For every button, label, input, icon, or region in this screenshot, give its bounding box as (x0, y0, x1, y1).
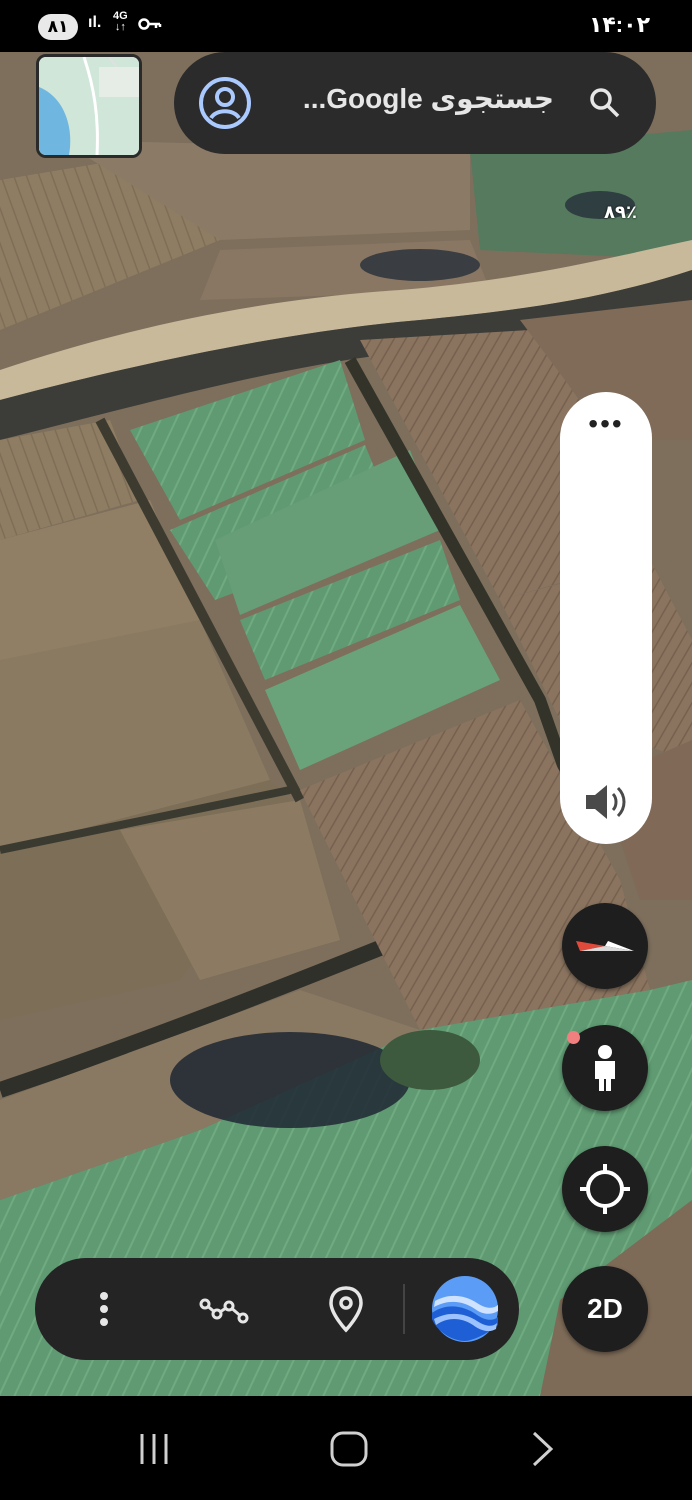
minimap[interactable] (36, 54, 142, 158)
my-location-icon (580, 1164, 630, 1214)
compass-button[interactable] (562, 903, 648, 989)
navigation-bar (0, 1396, 692, 1500)
battery-indicator: ۸۱ (38, 14, 78, 40)
compass-icon (576, 941, 634, 951)
search-icon[interactable] (588, 86, 622, 120)
recent-apps-icon[interactable] (136, 1430, 176, 1468)
zoom-percent: ۸۹٪ (604, 202, 637, 222)
measure-path-icon[interactable] (199, 1284, 249, 1334)
back-icon[interactable] (524, 1430, 564, 1468)
my-location-button[interactable] (562, 1146, 648, 1232)
account-avatar-icon[interactable] (198, 76, 252, 130)
vpn-key-icon (138, 18, 162, 30)
more-options-button[interactable]: ••• (560, 410, 652, 438)
notification-dot (567, 1031, 580, 1044)
place-pin-icon[interactable] (321, 1284, 371, 1334)
view-mode-toggle[interactable]: 2D (562, 1266, 648, 1352)
search-input[interactable]: جستجوی Google... (284, 82, 554, 115)
toolbar-divider (403, 1284, 405, 1334)
google-earth-logo[interactable] (431, 1275, 499, 1343)
volume-icon[interactable] (582, 780, 630, 824)
bottom-toolbar (35, 1258, 519, 1360)
minimap-image (39, 57, 139, 155)
home-icon[interactable] (329, 1430, 369, 1468)
more-vert-icon[interactable] (79, 1284, 129, 1334)
side-panel: ••• (560, 392, 652, 844)
signal-icon: ıl. (88, 14, 102, 31)
data-arrows-icon: ↓↑ (114, 21, 126, 33)
search-bar[interactable]: جستجوی Google... (174, 52, 656, 154)
network-type: 4G ↓↑ (113, 11, 128, 33)
status-bar: ۸۱ ıl. 4G ↓↑ ۱۴:۰۲ (0, 0, 692, 52)
clock: ۱۴:۰۲ (588, 12, 650, 37)
